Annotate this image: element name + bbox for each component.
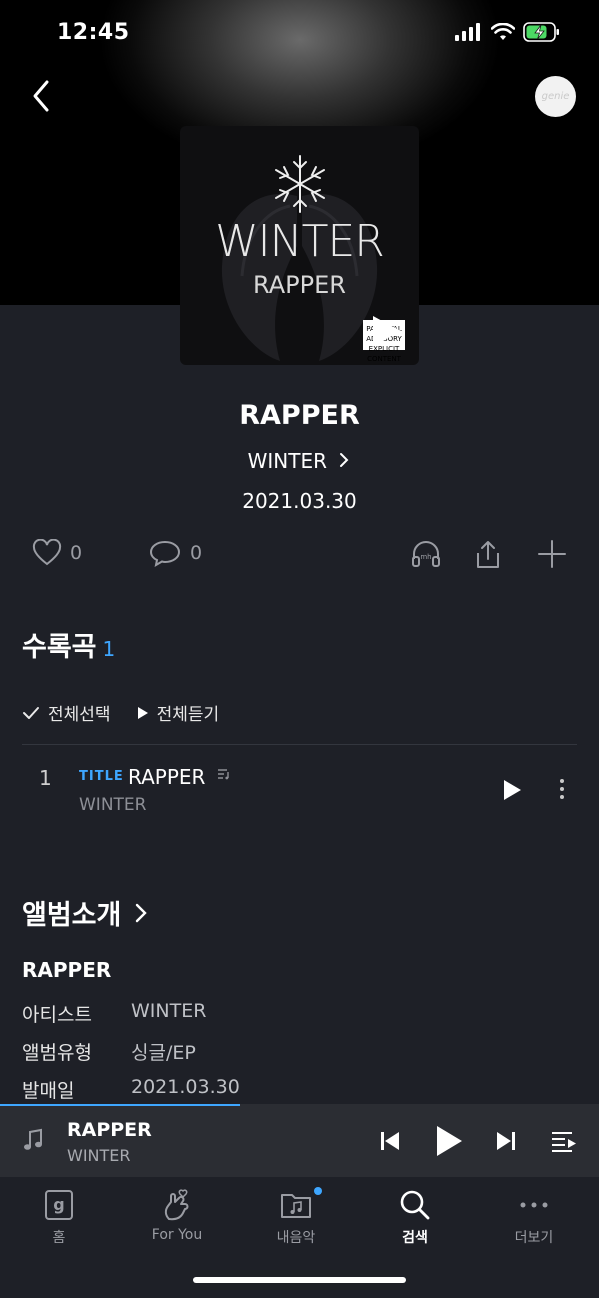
like-count: 0 — [70, 542, 83, 564]
comment-button[interactable]: 0 — [148, 539, 202, 567]
track-number: 1 — [39, 766, 52, 790]
title-track-badge: TITLE — [79, 769, 124, 784]
album-artist-name: WINTER — [247, 449, 328, 473]
play-icon — [137, 706, 148, 719]
divider — [22, 744, 577, 745]
album-cover[interactable]: WINTER RAPPER PARENTAL ADVISORY EXPLICIT… — [180, 126, 419, 365]
plus-icon — [538, 540, 566, 568]
status-icons — [455, 22, 561, 42]
tab-label: 검색 — [402, 1230, 428, 1246]
music-folder-icon — [281, 1194, 311, 1218]
cover-play-icon[interactable] — [369, 314, 403, 348]
track-title: RAPPER — [128, 765, 206, 789]
comment-icon — [149, 540, 181, 567]
tab-label: 홈 — [52, 1230, 66, 1246]
snowflake-icon — [275, 155, 325, 213]
headphones-button[interactable]: mh — [410, 539, 442, 569]
back-button[interactable] — [24, 74, 60, 118]
album-actions: 0 0 mh — [0, 535, 599, 575]
tracklist-heading-text: 수록곡 — [22, 632, 97, 663]
track-play-icon[interactable] — [502, 779, 522, 801]
playlist-icon[interactable] — [551, 1130, 577, 1152]
more-icon — [520, 1202, 548, 1208]
tab-label: 더보기 — [514, 1230, 554, 1246]
tab-for-you[interactable]: For You — [127, 1187, 227, 1243]
play-all-button[interactable]: 전체듣기 — [137, 700, 220, 725]
track-row[interactable]: 1 TITLE RAPPER WINTER — [0, 752, 599, 824]
tab-label: 내음악 — [276, 1230, 316, 1246]
battery-charging-icon — [523, 22, 559, 42]
svg-text:g: g — [53, 1195, 64, 1214]
home-g-icon: g — [45, 1190, 73, 1220]
profile-avatar[interactable]: genie — [535, 76, 576, 117]
previous-track-icon[interactable] — [379, 1130, 401, 1152]
svg-text:mh: mh — [420, 553, 431, 561]
cover-title-text: RAPPER — [253, 271, 346, 299]
checkmark-icon — [23, 706, 39, 719]
search-icon — [400, 1190, 430, 1220]
heart-icon — [32, 539, 62, 566]
info-value: 2021.03.30 — [131, 1076, 240, 1098]
info-value: WINTER — [131, 1000, 207, 1022]
mini-player[interactable]: RAPPER WINTER — [0, 1104, 599, 1177]
next-track-icon[interactable] — [495, 1130, 517, 1152]
info-label: 앨범유형 — [22, 1042, 92, 1064]
select-all-label: 전체선택 — [48, 705, 111, 725]
cover-artist-text: WINTER — [215, 216, 385, 267]
notification-dot — [314, 1187, 322, 1195]
music-note-icon — [24, 1128, 42, 1150]
share-icon — [477, 541, 499, 568]
more-vertical-icon[interactable] — [552, 777, 572, 801]
info-label: 발매일 — [22, 1080, 75, 1102]
album-artist-link[interactable]: WINTER — [0, 449, 599, 473]
mini-player-title: RAPPER — [67, 1119, 152, 1141]
playback-progress-bar[interactable] — [0, 1104, 240, 1106]
status-time: 12:45 — [57, 20, 130, 45]
track-count: 1 — [102, 637, 116, 661]
play-pause-icon[interactable] — [435, 1125, 463, 1157]
hand-heart-icon — [164, 1189, 189, 1221]
tracklist-heading: 수록곡 1 — [22, 625, 115, 664]
headphones-icon: mh — [412, 541, 440, 567]
select-all-button[interactable]: 전체선택 — [22, 700, 111, 725]
tab-label: For You — [151, 1227, 203, 1243]
album-intro-heading[interactable]: 앨범소개 — [22, 893, 149, 932]
play-all-label: 전체듣기 — [156, 705, 220, 725]
chevron-right-icon — [340, 453, 349, 467]
album-title: RAPPER — [239, 400, 360, 431]
tracklist-controls: 전체선택 전체듣기 — [22, 700, 219, 725]
album-release-date: 2021.03.30 — [242, 489, 357, 513]
signal-icon — [455, 23, 480, 41]
lyrics-icon — [218, 769, 229, 780]
add-button[interactable] — [537, 539, 567, 569]
tab-search[interactable]: 검색 — [365, 1187, 465, 1247]
avatar-logo-text: genie — [541, 91, 570, 102]
info-label: 아티스트 — [22, 1004, 92, 1026]
tab-home[interactable]: g 홈 — [9, 1187, 109, 1247]
track-artist: WINTER — [79, 795, 147, 815]
home-indicator — [193, 1277, 406, 1283]
intro-album-name: RAPPER — [22, 958, 112, 982]
mini-player-artist: WINTER — [67, 1146, 131, 1165]
tab-my-music[interactable]: 내음악 — [246, 1187, 346, 1247]
wifi-icon — [491, 23, 515, 40]
tab-more[interactable]: 더보기 — [484, 1187, 584, 1247]
chevron-left-icon — [33, 80, 49, 112]
album-intro-heading-text: 앨범소개 — [22, 900, 122, 931]
comment-count: 0 — [190, 542, 203, 564]
like-button[interactable]: 0 — [32, 539, 82, 567]
share-button[interactable] — [473, 539, 503, 571]
info-value: 싱글/EP — [131, 1042, 196, 1064]
chevron-right-icon — [135, 903, 147, 923]
